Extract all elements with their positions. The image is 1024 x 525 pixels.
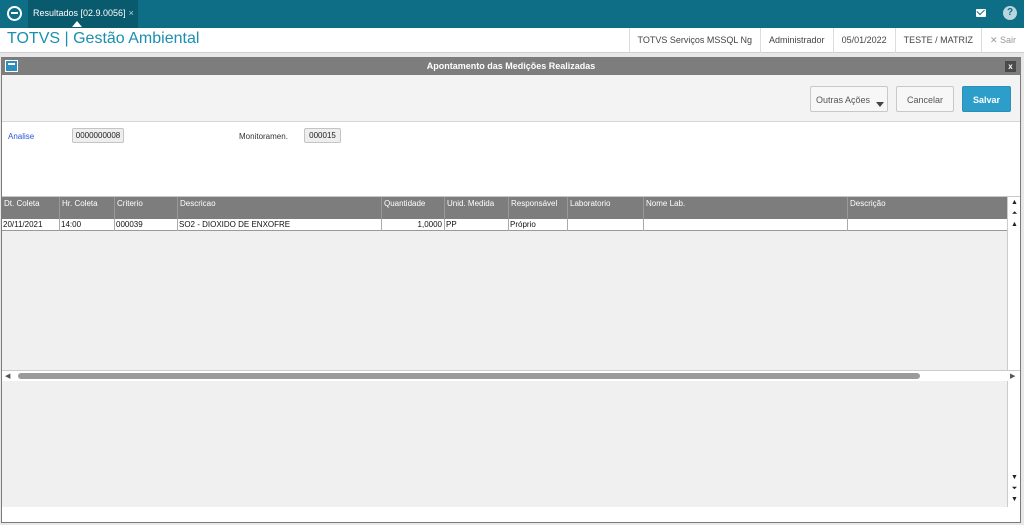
table-row[interactable]: 20/11/2021 14:00 000039 SO2 - DIOXIDO DE… — [2, 219, 1007, 231]
column-header[interactable]: Laboratorio — [568, 197, 644, 219]
column-header[interactable]: Responsável — [509, 197, 568, 219]
cell-descricao-2[interactable] — [848, 219, 1007, 231]
totvs-logo-icon[interactable] — [7, 6, 22, 21]
cell-unid-medida[interactable]: PP — [445, 219, 509, 231]
scroll-bottom-icon[interactable]: ▼ — [1009, 495, 1020, 505]
outras-acoes-label: Outras Ações — [815, 95, 871, 105]
app-header: TOTVS | Gestão Ambiental TOTVS Serviços … — [0, 28, 1024, 53]
vertical-scrollbar[interactable]: ▲ ⏶ ▲ ▼ ⏷ ▼ — [1007, 197, 1020, 507]
column-header[interactable]: Descricao — [178, 197, 382, 219]
cell-criterio[interactable]: 000039 — [115, 219, 178, 231]
cell-responsavel[interactable]: Próprio — [509, 219, 568, 231]
environment-label[interactable]: TOTVS Serviços MSSQL Ng — [628, 28, 761, 53]
column-header[interactable]: Unid. Medida — [445, 197, 509, 219]
cell-hr-coleta[interactable]: 14:00 — [60, 219, 115, 231]
save-button[interactable]: Salvar — [962, 86, 1011, 112]
measurements-grid: Dt. Coleta Hr. Coleta Criterio Descricao… — [2, 197, 1020, 507]
monitoramento-label: Monitoramen. — [239, 132, 288, 141]
measurement-dialog: Apontamento das Medições Realizadas x Ou… — [1, 57, 1021, 523]
scroll-page-down-icon[interactable]: ⏷ — [1009, 484, 1020, 494]
cell-laboratorio[interactable] — [568, 219, 644, 231]
mail-icon[interactable] — [976, 9, 986, 17]
column-header[interactable]: Descrição — [848, 197, 1007, 219]
cell-descricao[interactable]: SO2 - DIOXIDO DE ENXOFRE — [178, 219, 382, 231]
column-header[interactable]: Quantidade — [382, 197, 445, 219]
exit-button[interactable]: ✕ Sair — [980, 28, 1024, 53]
cell-nome-lab[interactable] — [644, 219, 848, 231]
grid-header: Dt. Coleta Hr. Coleta Criterio Descricao… — [2, 197, 1007, 219]
scroll-up-icon[interactable]: ▲ — [1009, 220, 1020, 230]
cancel-button[interactable]: Cancelar — [896, 86, 954, 112]
tab-label: Resultados [02.9.0056] — [33, 8, 126, 18]
analise-field[interactable]: 0000000008 — [72, 128, 124, 143]
monitoramento-field[interactable]: 000015 — [304, 128, 341, 143]
scroll-right-icon[interactable]: ▶ — [1010, 371, 1015, 382]
header-form: Analise 0000000008 Monitoramen. 000015 — [2, 122, 1020, 197]
analise-label: Analise — [8, 132, 35, 141]
column-header[interactable]: Hr. Coleta — [60, 197, 115, 219]
column-header[interactable]: Dt. Coleta — [2, 197, 60, 219]
outras-acoes-button[interactable]: Outras Ações — [810, 86, 888, 112]
dialog-title-bar: Apontamento das Medições Realizadas x — [2, 58, 1020, 75]
cell-dt-coleta[interactable]: 20/11/2021 — [2, 219, 60, 231]
chevron-down-icon — [876, 102, 884, 107]
active-tab-indicator — [72, 21, 82, 27]
column-header[interactable]: Nome Lab. — [644, 197, 848, 219]
session-info: TOTVS Serviços MSSQL Ng Administrador 05… — [628, 28, 1024, 53]
column-header[interactable]: Criterio — [115, 197, 178, 219]
dialog-close-icon[interactable]: x — [1005, 61, 1016, 72]
horizontal-scrollbar[interactable]: ◀ ▶ — [2, 370, 1020, 381]
tab-close-icon[interactable]: × — [129, 8, 134, 18]
app-title: TOTVS | Gestão Ambiental — [7, 30, 200, 47]
scroll-page-up-icon[interactable]: ⏶ — [1009, 209, 1020, 219]
company-label[interactable]: TESTE / MATRIZ — [894, 28, 981, 53]
top-bar: Resultados [02.9.0056] × ? — [0, 0, 1024, 28]
window-icon — [5, 60, 18, 72]
scroll-down-icon[interactable]: ▼ — [1009, 473, 1020, 483]
date-label[interactable]: 05/01/2022 — [832, 28, 895, 53]
action-toolbar: Outras Ações Cancelar Salvar — [2, 75, 1020, 122]
help-icon[interactable]: ? — [1003, 6, 1017, 20]
cell-quantidade[interactable]: 1,0000 — [382, 219, 445, 231]
scroll-top-icon[interactable]: ▲ — [1009, 198, 1020, 208]
dialog-title: Apontamento das Medições Realizadas — [426, 61, 596, 71]
user-label[interactable]: Administrador — [760, 28, 833, 53]
scrollbar-thumb[interactable] — [18, 373, 920, 379]
tab-resultados[interactable]: Resultados [02.9.0056] × — [28, 0, 138, 28]
scroll-left-icon[interactable]: ◀ — [5, 371, 10, 382]
